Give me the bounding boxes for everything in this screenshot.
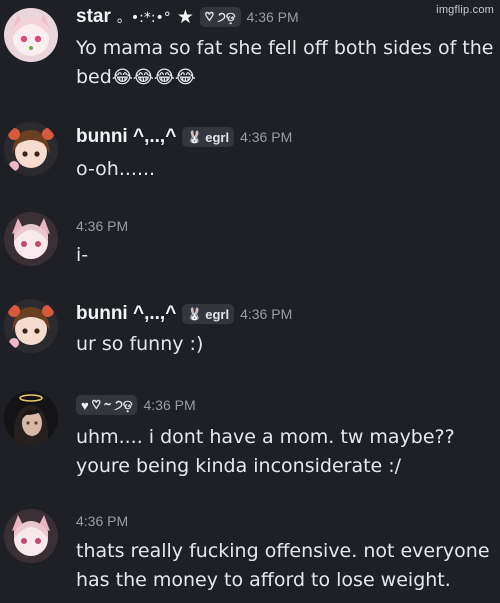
message-header: bunni ^,..,^ 🐰 egrl 4:36 PM — [76, 126, 292, 148]
avatar-pink-cat-girl[interactable] — [4, 509, 58, 563]
message-header: ♥ ♡ ⁓ ੭ଡ଼ 4:36 PM — [76, 395, 196, 415]
message-header: 4:36 PM — [76, 218, 128, 234]
message-text: o-oh...... — [76, 158, 156, 180]
server-tag[interactable]: 🐰 egrl — [182, 304, 235, 324]
message-header: 4:36 PM — [76, 513, 128, 529]
heart-icon: ♥ — [81, 397, 89, 413]
timestamp: 4:36 PM — [240, 306, 293, 322]
server-tag[interactable]: 🐰 egrl — [182, 127, 235, 147]
message-text: i- — [76, 244, 89, 266]
avatar-star[interactable] — [4, 8, 58, 62]
timestamp: 4:36 PM — [76, 513, 129, 529]
imgflip-watermark: imgflip.com — [436, 4, 494, 16]
avatar-pink-cat-girl[interactable] — [4, 212, 58, 266]
message-text: thats really fucking offensive. not ever… — [76, 540, 490, 591]
avatar-brown-hair-girl-icon — [4, 299, 58, 353]
timestamp: 4:36 PM — [240, 129, 293, 145]
name-decoration: 。•:*:•° — [116, 10, 171, 26]
tag-label: ♡ ⁓ ੭ଡ଼ — [91, 397, 133, 412]
server-tag[interactable]: ♥ ♡ ⁓ ੭ଡ଼ — [76, 395, 138, 415]
message-text: uhm.... i dont have a mom. tw maybe?? yo… — [76, 426, 455, 477]
avatar-bunni[interactable] — [4, 122, 58, 176]
star-icon: ★ — [176, 6, 194, 28]
laughing-emoji-icon: 😂😂😂😂 — [111, 67, 196, 88]
timestamp: 4:36 PM — [76, 218, 129, 234]
avatar-pink-cat-girl-icon — [4, 8, 58, 62]
author-name[interactable]: star — [76, 6, 111, 28]
bunny-icon: 🐰 — [187, 130, 203, 144]
tag-label: egrl — [205, 306, 230, 322]
message-text: Yo mama so fat she fell off both sides o… — [76, 34, 496, 92]
message-header: star 。•:*:•° ★ ♡ ੭ଡ଼ 4:36 PM — [76, 6, 299, 28]
author-name[interactable]: bunni ^,..,^ — [76, 303, 176, 325]
avatar-dark-hair-halo-icon — [4, 391, 58, 445]
message-header: bunni ^,..,^ 🐰 egrl 4:36 PM — [76, 303, 292, 325]
bunny-icon: 🐰 — [187, 307, 203, 321]
avatar-bunni[interactable] — [4, 299, 58, 353]
timestamp: 4:36 PM — [246, 9, 299, 25]
message-text: ur so funny :) — [76, 333, 204, 355]
avatar-dark-hair[interactable] — [4, 391, 58, 445]
avatar-pink-cat-girl-icon — [4, 509, 58, 563]
timestamp: 4:36 PM — [143, 397, 196, 413]
server-tag[interactable]: ♡ ੭ଡ଼ — [199, 7, 241, 27]
avatar-pink-cat-girl-icon — [4, 212, 58, 266]
author-name[interactable]: bunni ^,..,^ — [76, 126, 176, 148]
tag-label: egrl — [205, 129, 230, 145]
avatar-brown-hair-girl-icon — [4, 122, 58, 176]
